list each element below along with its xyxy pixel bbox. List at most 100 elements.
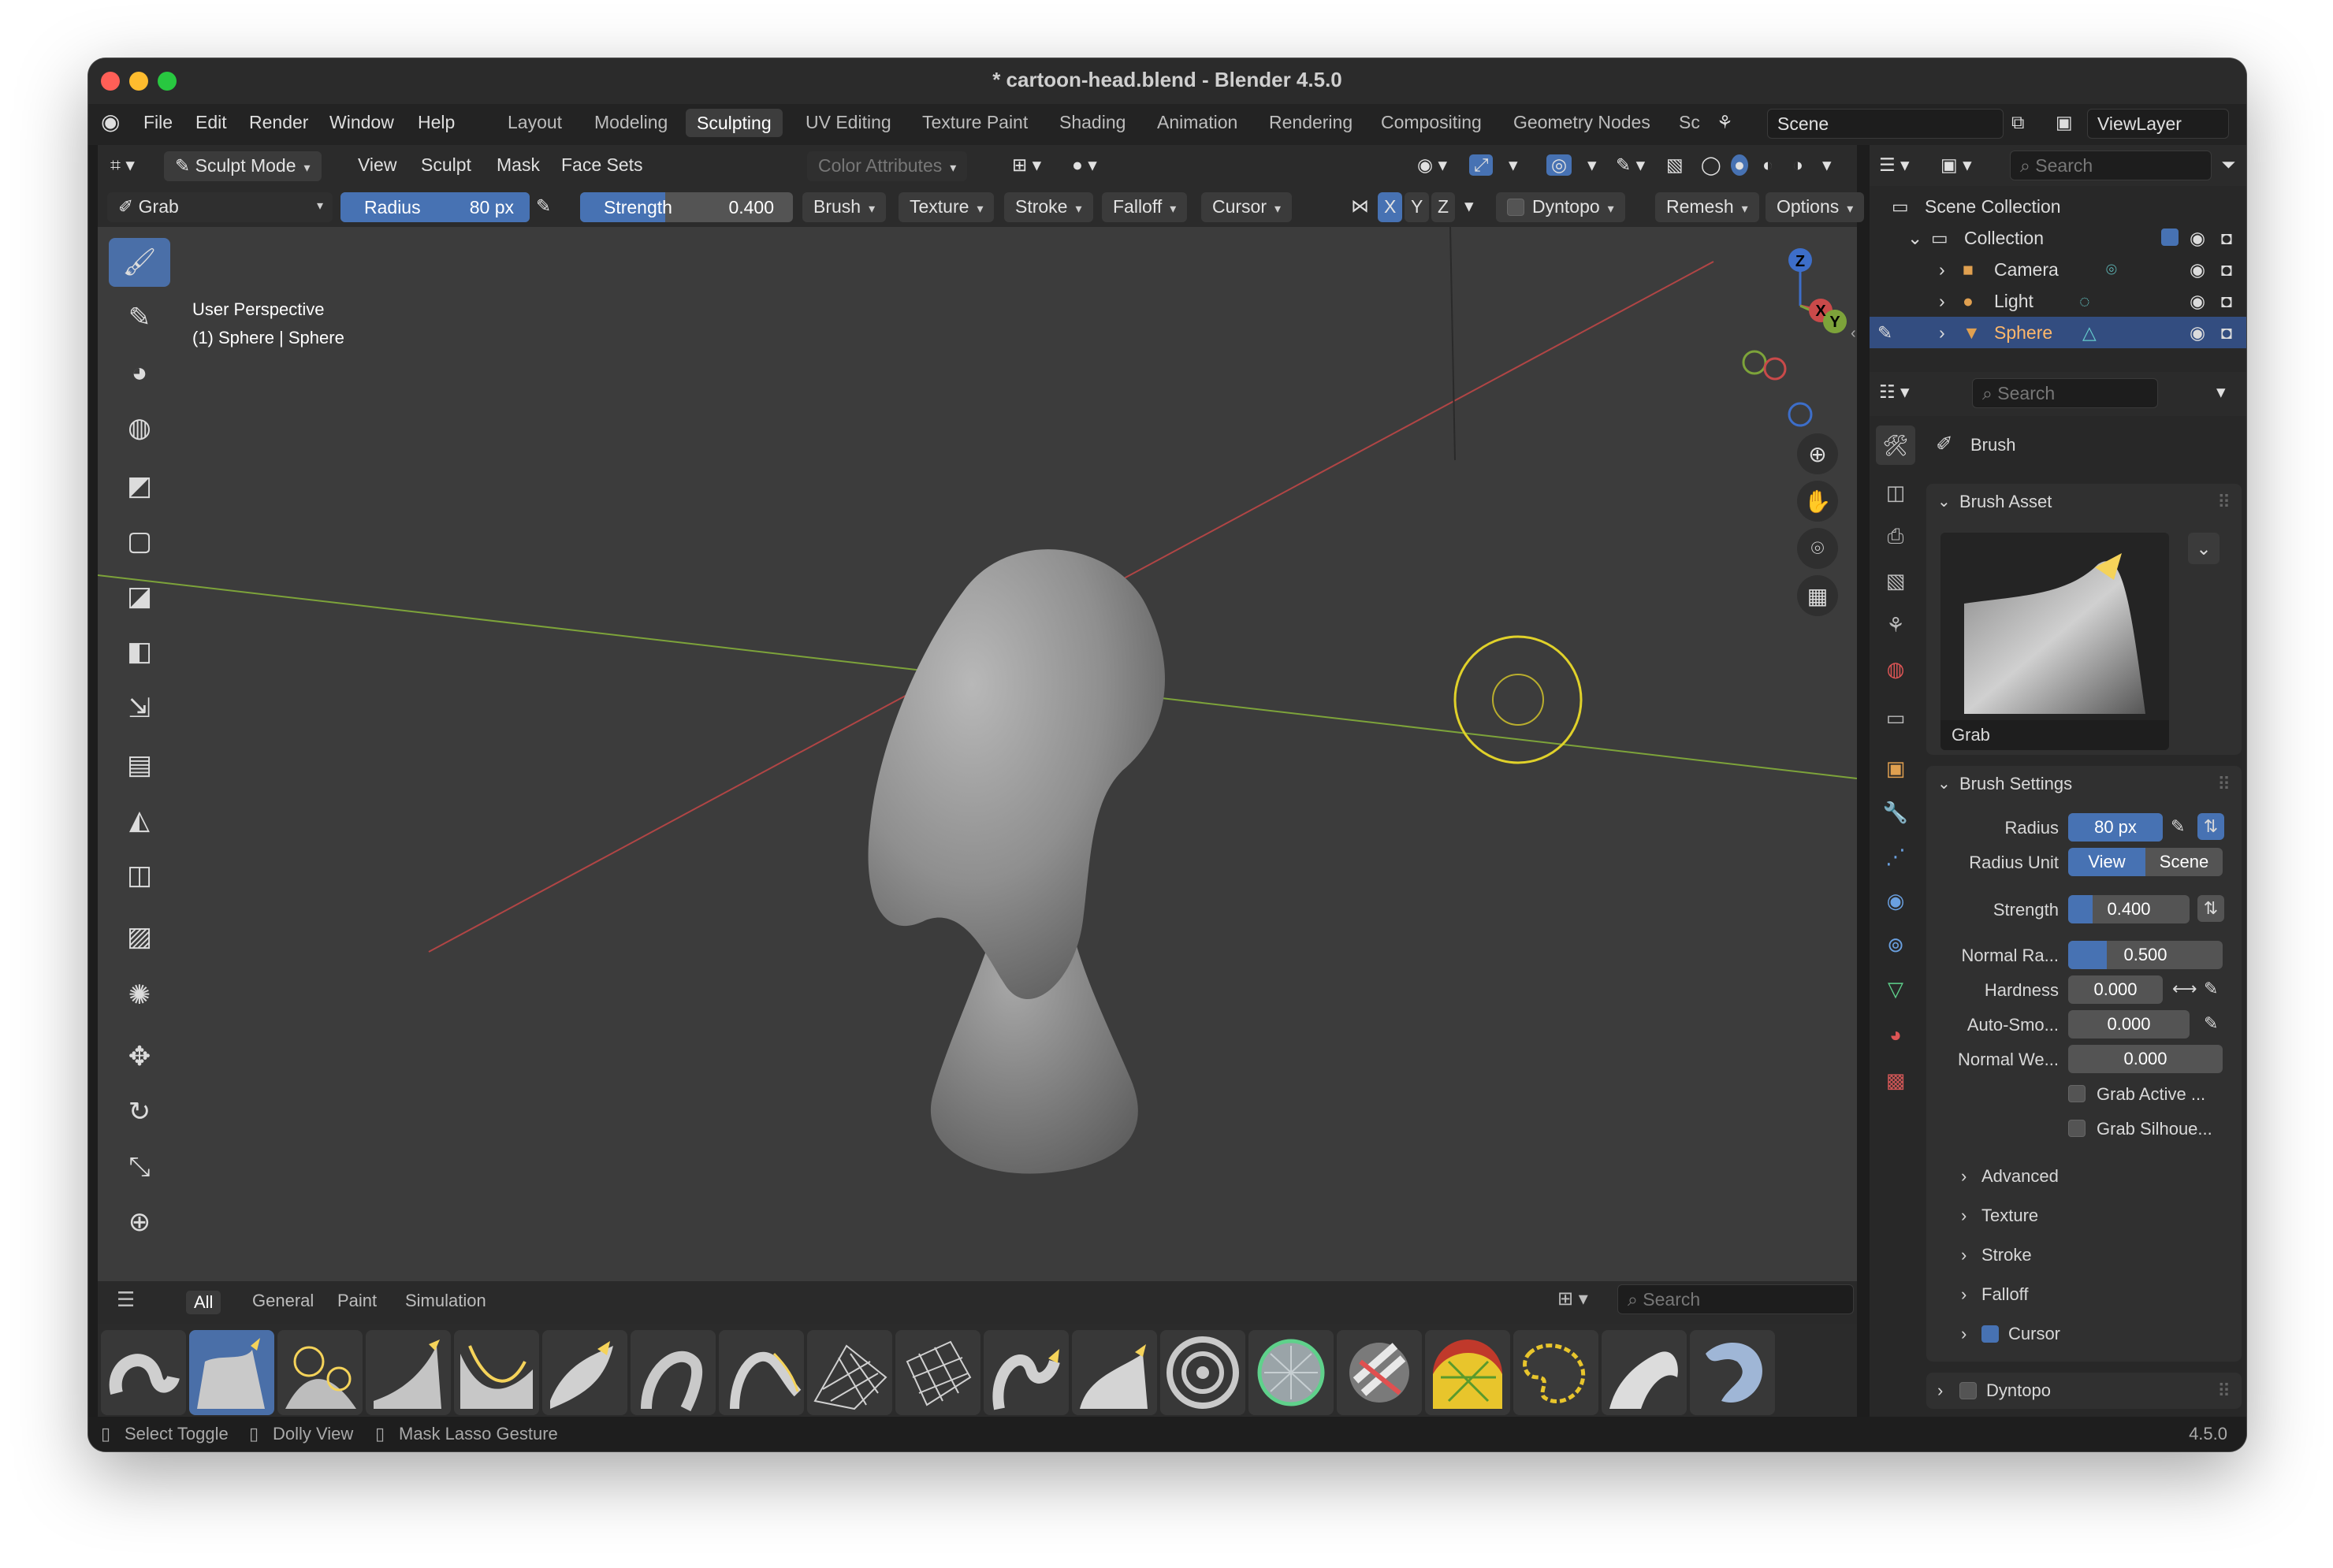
- scene-selector-icon[interactable]: ⚘: [1717, 112, 1733, 133]
- output-properties-tab[interactable]: ⎙: [1876, 517, 1915, 556]
- menu-sculpt[interactable]: Sculpt: [421, 154, 471, 176]
- drag-handle-icon[interactable]: ⠿: [2217, 774, 2231, 795]
- remesh-dropdown[interactable]: Remesh ▾: [1655, 192, 1759, 222]
- collection-properties-tab[interactable]: ▭: [1876, 698, 1915, 738]
- brush-thumb-grab[interactable]: [189, 1330, 274, 1415]
- strength-field[interactable]: 0.400: [2068, 895, 2190, 923]
- properties-search-field[interactable]: ⌕ Search: [1972, 378, 2158, 408]
- expand-icon[interactable]: ›: [1939, 285, 1945, 317]
- auto-smooth-pressure-icon[interactable]: ✎: [2204, 1013, 2218, 1034]
- subpanel-stroke[interactable]: › Stroke: [1926, 1239, 2242, 1270]
- brush-asset-preview[interactable]: Grab: [1940, 533, 2169, 750]
- perspective-toggle-icon[interactable]: ▦: [1797, 575, 1838, 616]
- workspace-tab-layout[interactable]: Layout: [508, 112, 562, 133]
- menu-help[interactable]: Help: [418, 112, 455, 133]
- brush-thumb-3[interactable]: [277, 1330, 363, 1415]
- expand-icon[interactable]: ⌄: [1907, 222, 1922, 254]
- visibility-eye-icon[interactable]: ◉: [2190, 254, 2205, 285]
- options-dropdown[interactable]: Options ▾: [1766, 192, 1865, 222]
- brush-asset-menu-icon[interactable]: ⌄: [2188, 533, 2220, 564]
- symmetry-icon[interactable]: ⊞ ▾: [1012, 154, 1041, 176]
- overlays-dropdown-icon[interactable]: ▾: [1587, 154, 1597, 176]
- tool-mask[interactable]: ◕: [109, 348, 170, 397]
- gizmo-neg-z-handle[interactable]: [1788, 402, 1813, 427]
- tool-color-filter[interactable]: ◫: [109, 851, 170, 900]
- color-attributes-dropdown[interactable]: Color Attributes ▾: [807, 151, 968, 181]
- tool-transform[interactable]: ⊕: [109, 1198, 170, 1247]
- outliner-sphere[interactable]: ✎ › ▼ Sphere △ ◉ ◘: [1870, 317, 2246, 348]
- radius-slider[interactable]: Radius 80 px: [340, 192, 530, 222]
- xray-toggle-icon[interactable]: ▧: [1666, 154, 1684, 176]
- solid-shading-icon[interactable]: ●: [1731, 154, 1748, 176]
- normal-radius-field[interactable]: 0.500: [2068, 941, 2223, 969]
- world-properties-tab[interactable]: ◍: [1876, 649, 1915, 689]
- tool-line-project[interactable]: ⇲: [109, 684, 170, 733]
- menu-file[interactable]: File: [143, 112, 173, 133]
- tool-properties-tab[interactable]: 🛠: [1876, 425, 1915, 465]
- render-properties-tab[interactable]: ◫: [1876, 473, 1915, 512]
- radius-unit-scene-button[interactable]: Scene: [2145, 848, 2223, 876]
- display-options-icon[interactable]: ⊞ ▾: [1557, 1287, 1588, 1310]
- tool-mask-by-color[interactable]: ✺: [109, 971, 170, 1020]
- workspace-tab-geometry-nodes[interactable]: Geometry Nodes: [1513, 112, 1650, 133]
- editor-type-icon[interactable]: ⌗ ▾: [110, 154, 135, 176]
- zoom-view-icon[interactable]: ⊕: [1797, 433, 1838, 474]
- collapse-icon[interactable]: ⌄: [1937, 774, 1951, 793]
- display-mode-icon[interactable]: ▣ ▾: [1940, 154, 1972, 176]
- outliner-search-field[interactable]: ⌕ Search: [2010, 150, 2212, 180]
- strength-unified-icon[interactable]: ⇅: [2197, 895, 2224, 922]
- grab-active-vertex-checkbox[interactable]: [2068, 1085, 2086, 1102]
- cursor-checkbox[interactable]: [1981, 1325, 1999, 1343]
- tool-mesh-filter[interactable]: ▤: [109, 741, 170, 790]
- menu-mask[interactable]: Mask: [497, 154, 540, 176]
- brush-thumb-7[interactable]: [631, 1330, 716, 1415]
- shading-options-icon[interactable]: ✎ ▾: [1616, 154, 1645, 176]
- tool-box-face-set[interactable]: ◪: [109, 572, 170, 621]
- radius-unit-view-button[interactable]: View: [2068, 848, 2145, 876]
- visibility-eye-icon[interactable]: ◉: [2190, 317, 2205, 348]
- outliner-collection[interactable]: ⌄ ▭ Collection ◉ ◘: [1870, 222, 2246, 254]
- mode-selector[interactable]: ✎ Sculpt Mode ▾: [164, 151, 322, 181]
- workspace-tab-shading[interactable]: Shading: [1059, 112, 1126, 133]
- visibility-icon[interactable]: ◉ ▾: [1417, 154, 1447, 176]
- workspace-tab-animation[interactable]: Animation: [1157, 112, 1237, 133]
- outliner-editor-type-icon[interactable]: ☰ ▾: [1879, 154, 1910, 176]
- camera-view-icon[interactable]: ⌾: [1797, 528, 1838, 569]
- subpanel-advanced[interactable]: › Advanced: [1926, 1160, 2242, 1191]
- cursor-dropdown[interactable]: Cursor ▾: [1201, 192, 1293, 222]
- stroke-dropdown[interactable]: Stroke ▾: [1004, 192, 1093, 222]
- texture-properties-tab[interactable]: ▩: [1876, 1061, 1915, 1100]
- brush-thumb-14[interactable]: [1248, 1330, 1334, 1415]
- brush-dropdown[interactable]: Brush ▾: [802, 192, 887, 222]
- texture-dropdown[interactable]: Texture ▾: [899, 192, 995, 222]
- render-camera-icon[interactable]: ◘: [2221, 222, 2232, 254]
- scene-name-field[interactable]: Scene: [1767, 109, 2004, 139]
- hardness-pressure-icon[interactable]: ✎: [2204, 979, 2218, 999]
- brush-settings-header[interactable]: Brush Settings: [1959, 774, 2072, 794]
- tool-box-trim[interactable]: ◧: [109, 627, 170, 676]
- menu-face-sets[interactable]: Face Sets: [561, 154, 643, 176]
- render-camera-icon[interactable]: ◘: [2221, 285, 2232, 317]
- sidebar-toggle-icon[interactable]: ‹: [1851, 325, 1856, 343]
- brush-thumb-17[interactable]: [1513, 1330, 1598, 1415]
- brush-thumb-11[interactable]: [984, 1330, 1069, 1415]
- gizmo-neg-y-handle[interactable]: [1742, 350, 1767, 375]
- falloff-dropdown[interactable]: Falloff ▾: [1102, 192, 1188, 222]
- hardness-field[interactable]: 0.000: [2068, 975, 2163, 1004]
- modifier-properties-tab[interactable]: 🔧: [1876, 793, 1915, 832]
- brush-thumb-5[interactable]: [454, 1330, 539, 1415]
- radius-pressure-icon[interactable]: ✎: [2171, 816, 2185, 837]
- tool-paint[interactable]: ✎: [109, 293, 170, 342]
- tool-brush[interactable]: 🖌: [109, 238, 170, 287]
- visibility-eye-icon[interactable]: ◉: [2190, 285, 2205, 317]
- brush-thumb-16[interactable]: [1425, 1330, 1510, 1415]
- data-properties-tab[interactable]: ▽: [1876, 969, 1915, 1009]
- mirror-y-toggle[interactable]: Y: [1405, 192, 1430, 222]
- object-properties-tab[interactable]: ▣: [1876, 749, 1915, 788]
- menu-view[interactable]: View: [358, 154, 396, 176]
- menu-render[interactable]: Render: [249, 112, 308, 133]
- material-shading-icon[interactable]: ◐: [1762, 154, 1773, 176]
- view-layer-field[interactable]: ViewLayer: [2087, 109, 2229, 139]
- workspace-tab-modeling[interactable]: Modeling: [594, 112, 668, 133]
- brush-thumb-6[interactable]: [542, 1330, 627, 1415]
